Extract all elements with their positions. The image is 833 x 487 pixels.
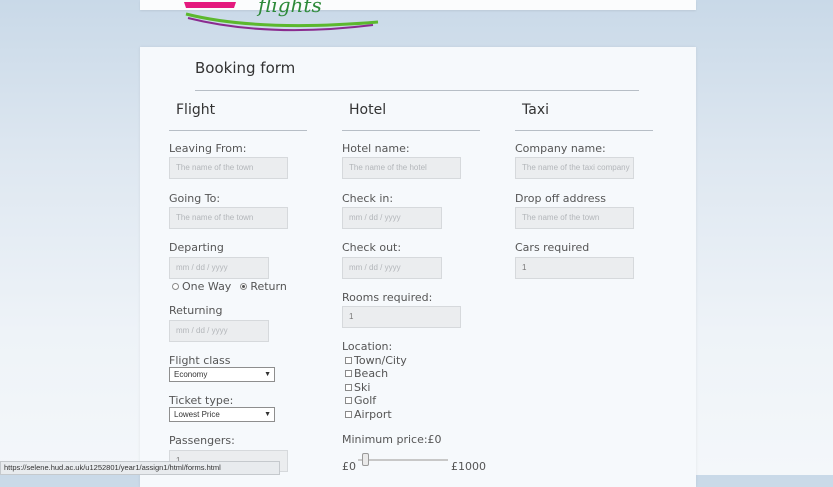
leaving-from-input[interactable]: The name of the town: [169, 157, 288, 179]
hotel-divider: [342, 130, 480, 131]
departing-date-input[interactable]: mm / dd / yyyy: [169, 257, 269, 279]
ticket-type-value: Lowest Price: [174, 410, 220, 419]
checkbox[interactable]: [345, 370, 352, 377]
location-option-ski[interactable]: Ski: [345, 381, 370, 394]
chevron-down-icon: ▼: [264, 411, 271, 418]
check-out-date-input[interactable]: mm / dd / yyyy: [342, 257, 442, 279]
flight-class-label: Flight class: [169, 354, 231, 367]
trip-type-group: One Way Return: [172, 280, 287, 293]
location-option-label: Town/City: [354, 354, 407, 367]
slider-min-label: £0: [342, 460, 356, 473]
drop-off-label: Drop off address: [515, 192, 606, 205]
location-option-label: Beach: [354, 367, 389, 380]
checkbox[interactable]: [345, 357, 352, 364]
chevron-down-icon: ▼: [264, 371, 271, 378]
one-way-radio[interactable]: [172, 283, 179, 290]
hotel-name-label: Hotel name:: [342, 142, 410, 155]
rooms-required-input[interactable]: 1: [342, 306, 461, 328]
hotel-name-input[interactable]: The name of the hotel: [342, 157, 461, 179]
checkbox[interactable]: [345, 384, 352, 391]
cars-required-label: Cars required: [515, 241, 590, 254]
passengers-label: Passengers:: [169, 434, 235, 447]
site-logo[interactable]: flights: [178, 0, 388, 38]
flight-class-value: Economy: [174, 370, 208, 379]
one-way-label: One Way: [182, 280, 232, 293]
price-slider-track[interactable]: [358, 459, 448, 461]
going-to-input[interactable]: The name of the town: [169, 207, 288, 229]
flight-class-select[interactable]: Economy ▼: [169, 367, 275, 382]
flight-heading: Flight: [176, 102, 216, 118]
check-in-label: Check in:: [342, 192, 394, 205]
location-option-label: Ski: [354, 381, 371, 394]
location-option-airport[interactable]: Airport: [345, 408, 392, 421]
location-option-town[interactable]: Town/City: [345, 354, 407, 367]
page-title: Booking form: [195, 59, 296, 77]
location-option-golf[interactable]: Golf: [345, 394, 376, 407]
title-divider: [195, 90, 639, 91]
checkbox[interactable]: [345, 397, 352, 404]
departing-label: Departing: [169, 241, 224, 254]
price-slider-handle[interactable]: [362, 453, 370, 466]
rooms-required-label: Rooms required:: [342, 291, 433, 304]
svg-text:flights: flights: [256, 0, 322, 17]
going-to-label: Going To:: [169, 192, 221, 205]
location-label: Location:: [342, 340, 393, 353]
leaving-from-label: Leaving From:: [169, 142, 247, 155]
company-name-label: Company name:: [515, 142, 606, 155]
taxi-divider: [515, 130, 653, 131]
location-option-label: Airport: [354, 408, 392, 421]
company-name-input[interactable]: The name of the taxi company: [515, 157, 634, 179]
drop-off-input[interactable]: The name of the town: [515, 207, 634, 229]
taxi-heading: Taxi: [522, 102, 549, 118]
ticket-type-select[interactable]: Lowest Price ▼: [169, 407, 275, 422]
slider-max-label: £1000: [451, 460, 486, 473]
checkbox[interactable]: [345, 411, 352, 418]
returning-date-input[interactable]: mm / dd / yyyy: [169, 320, 269, 342]
return-radio[interactable]: [240, 283, 248, 290]
status-bar-url: https://selene.hud.ac.uk/u1252801/year1/…: [0, 461, 280, 475]
location-option-beach[interactable]: Beach: [345, 367, 388, 380]
flight-divider: [169, 130, 307, 131]
hotel-heading: Hotel: [349, 102, 387, 118]
returning-label: Returning: [169, 304, 223, 317]
cars-required-input[interactable]: 1: [515, 257, 634, 279]
check-in-date-input[interactable]: mm / dd / yyyy: [342, 207, 442, 229]
minimum-price-label: Minimum price:£0: [342, 433, 442, 446]
check-out-label: Check out:: [342, 241, 402, 254]
ticket-type-label: Ticket type:: [169, 394, 234, 407]
location-option-label: Golf: [354, 394, 377, 407]
return-label: Return: [250, 280, 287, 293]
